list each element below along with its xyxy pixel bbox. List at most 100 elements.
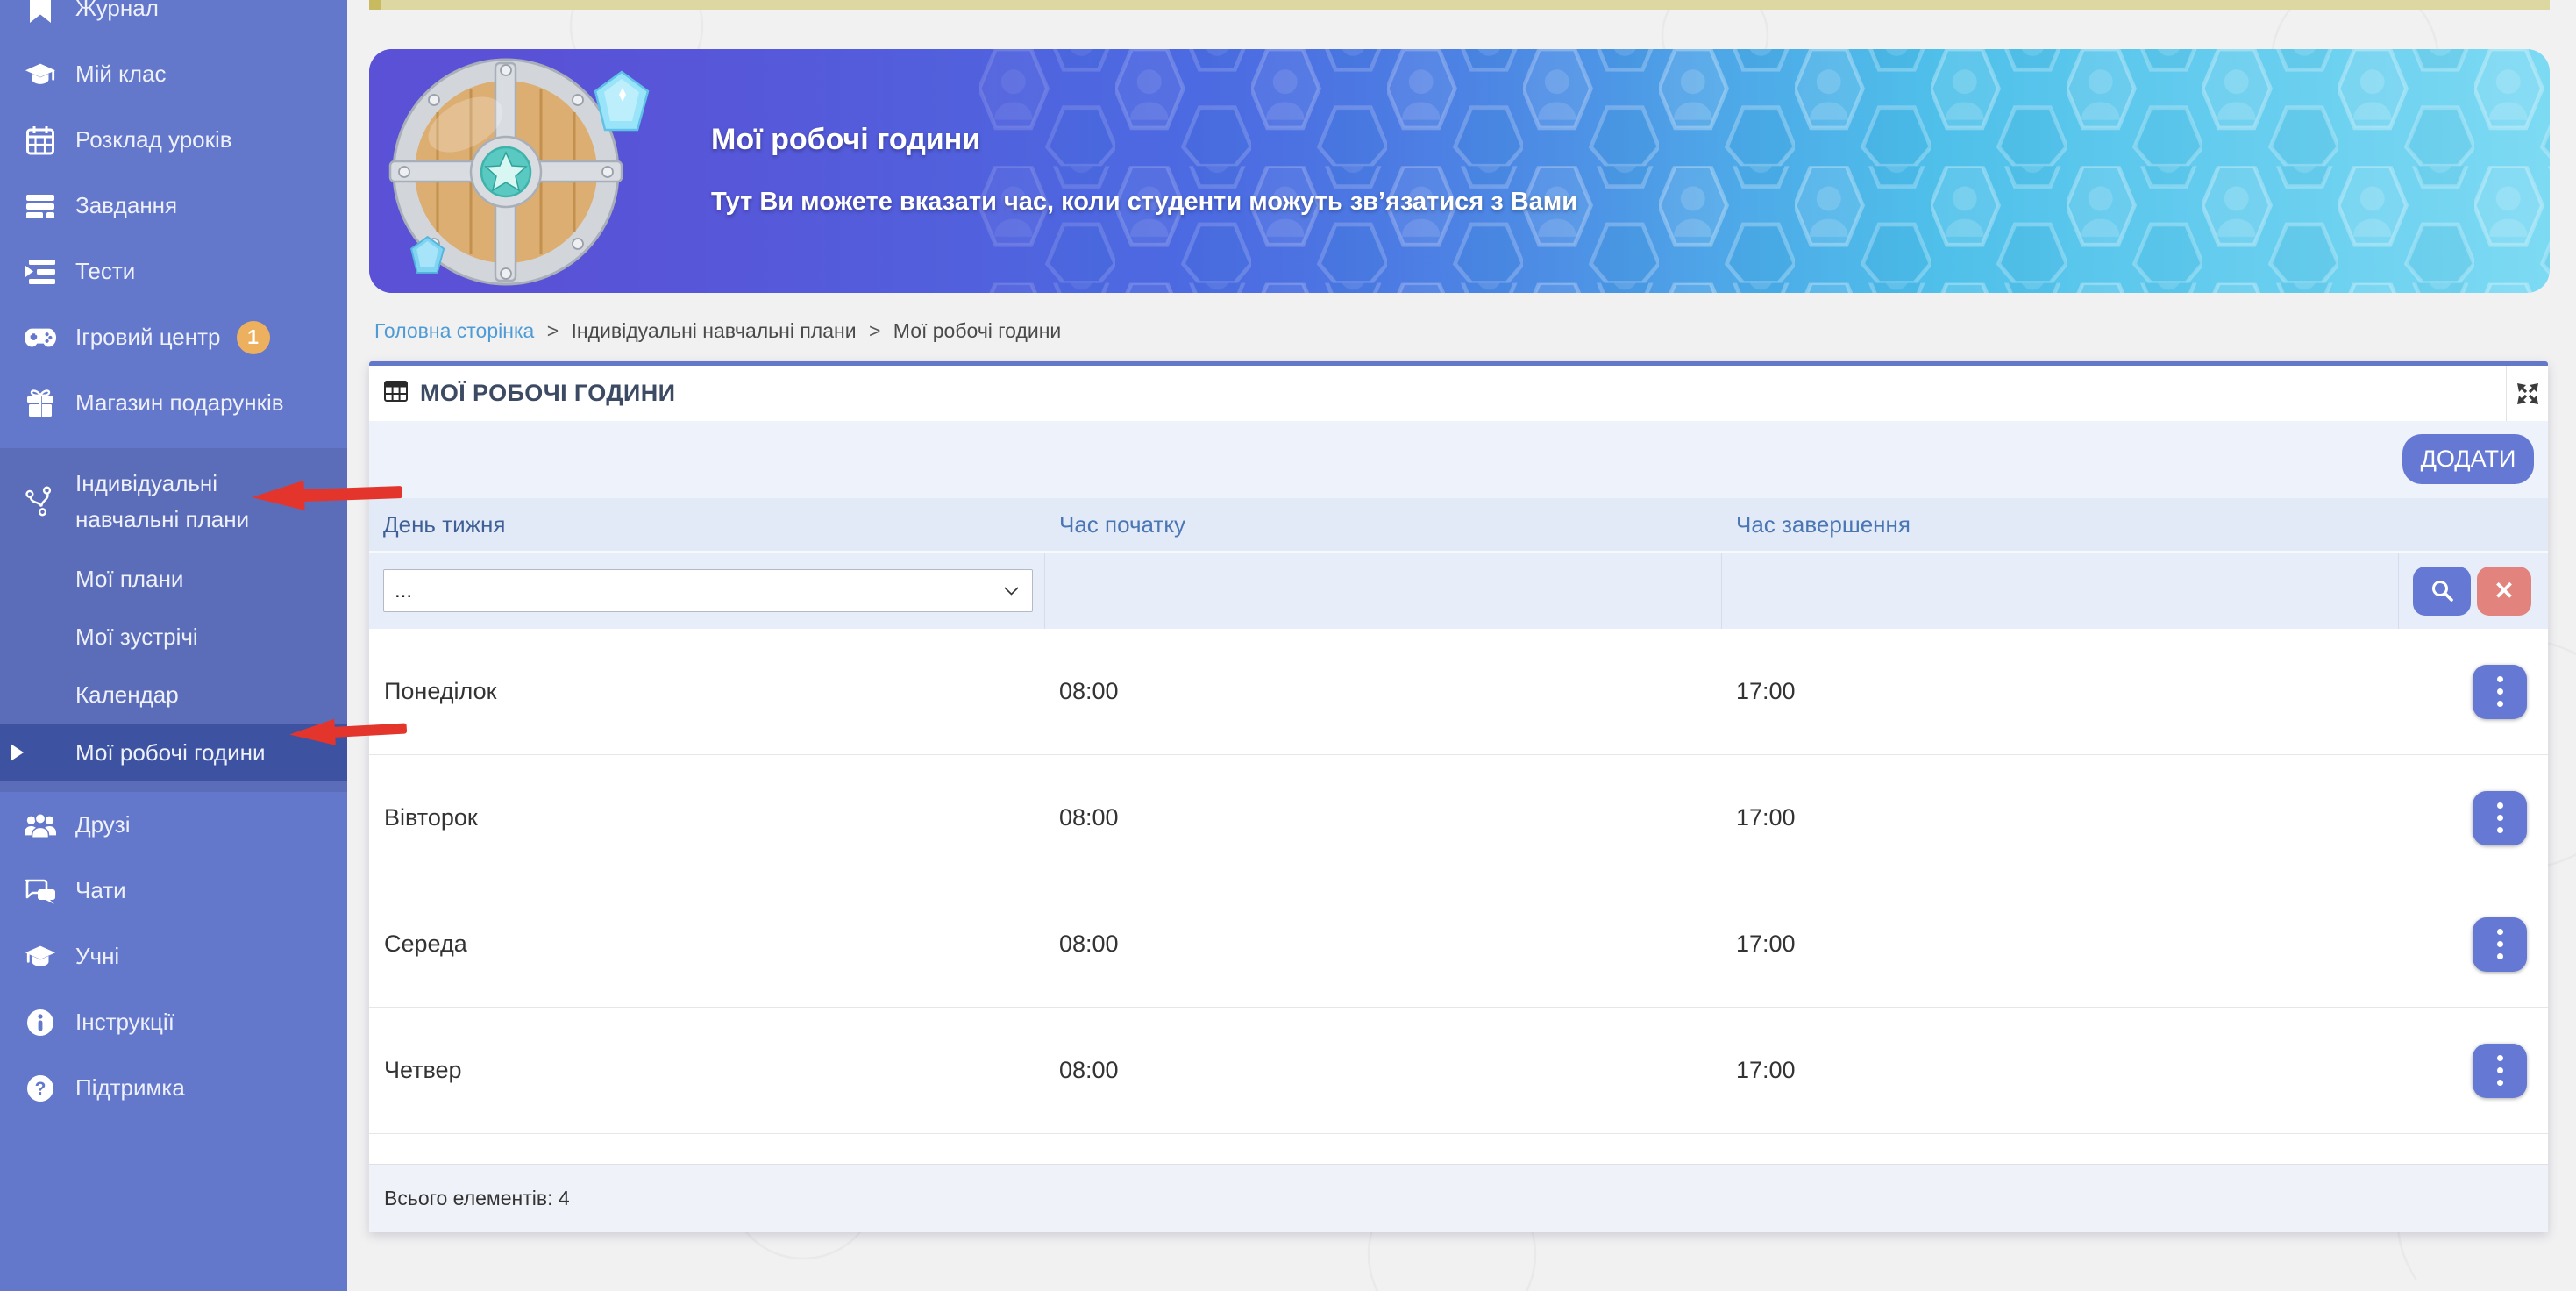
day-filter-select[interactable]: ... bbox=[383, 569, 1033, 612]
sidebar-group-title: Індивідуальні навчальні плани bbox=[75, 466, 249, 538]
sidebar-item-label: Журнал bbox=[75, 0, 159, 22]
sidebar-item-calendar[interactable]: Календар bbox=[0, 666, 347, 724]
chat-icon bbox=[25, 875, 56, 907]
page-title: МОЇ РОБОЧІ ГОДИНИ bbox=[420, 380, 675, 407]
sidebar-item-friends[interactable]: Друзі bbox=[0, 792, 347, 858]
row-actions-button[interactable] bbox=[2473, 791, 2527, 845]
card-header: МОЇ РОБОЧІ ГОДИНИ bbox=[369, 366, 2548, 421]
filter-cell-end bbox=[1722, 553, 2399, 629]
row-actions-button[interactable] bbox=[2473, 917, 2527, 972]
progress-strip-head bbox=[369, 0, 381, 10]
table-bottom-gap bbox=[369, 1134, 2548, 1164]
table-row: Вівторок 08:00 17:00 bbox=[369, 755, 2548, 881]
kebab-dot bbox=[2497, 1055, 2503, 1061]
table-footer: Всього елементів: 4 bbox=[369, 1164, 2548, 1232]
sidebar-nav: Журнал Мій клас Розклад уроків Завдання bbox=[0, 0, 347, 1121]
cell-actions bbox=[2399, 755, 2548, 881]
expand-arrows-icon bbox=[2515, 381, 2541, 407]
sidebar-item-my-meetings[interactable]: Мої зустрічі bbox=[0, 608, 347, 666]
cell-day: Четвер bbox=[369, 1008, 1045, 1133]
calendar-icon bbox=[25, 125, 56, 156]
sidebar-item-label: Тести bbox=[75, 258, 135, 285]
sidebar-item-chats[interactable]: Чати bbox=[0, 858, 347, 924]
sidebar-item-game-center[interactable]: Ігровий центр 1 bbox=[0, 304, 347, 370]
column-header-end[interactable]: Час завершення bbox=[1722, 498, 2399, 551]
cell-day: Вівторок bbox=[369, 755, 1045, 881]
kebab-dot bbox=[2497, 1080, 2503, 1086]
tests-list-icon bbox=[25, 256, 56, 288]
kebab-dot bbox=[2497, 953, 2503, 959]
breadcrumb-home-link[interactable]: Головна сторінка bbox=[374, 319, 534, 342]
filter-row: ... ✕ bbox=[369, 551, 2548, 629]
kebab-dot bbox=[2497, 688, 2503, 695]
sidebar-item-my-plans[interactable]: Мої плани bbox=[0, 550, 347, 608]
table-header-row: День тижня Час початку Час завершення bbox=[369, 498, 2548, 551]
kebab-dot bbox=[2497, 827, 2503, 833]
sidebar-item-gift-shop[interactable]: Магазин подарунків bbox=[0, 370, 347, 436]
sidebar-item-tests[interactable]: Тести bbox=[0, 239, 347, 304]
kebab-dot bbox=[2497, 815, 2503, 821]
row-actions-button[interactable] bbox=[2473, 1044, 2527, 1098]
breadcrumb-separator: > bbox=[547, 319, 559, 342]
tasks-icon bbox=[25, 190, 56, 222]
breadcrumb: Головна сторінка > Індивідуальні навчаль… bbox=[374, 319, 1061, 343]
main-content: Мої робочі години Тут Ви можете вказати … bbox=[347, 0, 2576, 1291]
svg-text:?: ? bbox=[35, 1079, 46, 1099]
sidebar-item-schedule[interactable]: Розклад уроків bbox=[0, 107, 347, 173]
cell-start-time: 08:00 bbox=[1045, 1008, 1722, 1133]
cell-start-time: 08:00 bbox=[1045, 881, 1722, 1007]
gift-icon bbox=[25, 388, 56, 419]
shield-illustration bbox=[374, 51, 690, 293]
filter-cell-start bbox=[1045, 553, 1722, 629]
expand-button[interactable] bbox=[2506, 366, 2548, 421]
sidebar-item-assignments[interactable]: Завдання bbox=[0, 173, 347, 239]
info-icon bbox=[25, 1007, 56, 1038]
sidebar-item-label: Чати bbox=[75, 877, 126, 904]
kebab-dot bbox=[2497, 941, 2503, 947]
sidebar-item-journal[interactable]: Журнал bbox=[0, 0, 347, 41]
cell-end-time: 17:00 bbox=[1722, 629, 2399, 754]
page-banner: Мої робочі години Тут Ви можете вказати … bbox=[369, 49, 2550, 293]
table-row: Середа 08:00 17:00 bbox=[369, 881, 2548, 1008]
cell-actions bbox=[2399, 1008, 2548, 1133]
top-progress-strip bbox=[369, 0, 2550, 10]
notification-badge: 1 bbox=[237, 321, 270, 354]
kebab-dot bbox=[2497, 1067, 2503, 1073]
sidebar-item-students[interactable]: Учні bbox=[0, 924, 347, 989]
column-header-start[interactable]: Час початку bbox=[1045, 498, 1722, 551]
sidebar-item-instructions[interactable]: Інструкції bbox=[0, 989, 347, 1055]
total-count-label: Всього елементів: 4 bbox=[384, 1187, 570, 1210]
kebab-dot bbox=[2497, 802, 2503, 809]
sidebar-item-label: Ігровий центр bbox=[75, 324, 221, 351]
cell-actions bbox=[2399, 881, 2548, 1007]
cell-start-time: 08:00 bbox=[1045, 755, 1722, 881]
clear-filter-button[interactable]: ✕ bbox=[2477, 567, 2531, 616]
breadcrumb-section: Індивідуальні навчальні плани bbox=[572, 319, 857, 342]
sidebar-item-label: Підтримка bbox=[75, 1074, 185, 1102]
sidebar-item-label: Магазин подарунків bbox=[75, 389, 284, 417]
add-button[interactable]: ДОДАТИ bbox=[2402, 434, 2534, 484]
sidebar-item-label: Розклад уроків bbox=[75, 126, 232, 153]
sidebar-item-support[interactable]: ? Підтримка bbox=[0, 1055, 347, 1121]
question-icon: ? bbox=[25, 1073, 56, 1104]
row-actions-button[interactable] bbox=[2473, 665, 2527, 719]
sidebar-item-my-work-hours[interactable]: Мої робочі години bbox=[0, 724, 347, 781]
table-row: Четвер 08:00 17:00 bbox=[369, 1008, 2548, 1134]
sidebar-item-my-class[interactable]: Мій клас bbox=[0, 41, 347, 107]
work-hours-card: МОЇ РОБОЧІ ГОДИНИ ДОДАТИ День тижня bbox=[369, 361, 2548, 1232]
sidebar-item-label: Учні bbox=[75, 943, 119, 970]
filter-cell-day: ... bbox=[369, 553, 1045, 629]
day-filter-select-input[interactable]: ... bbox=[383, 569, 1033, 612]
sidebar-item-label: Мій клас bbox=[75, 61, 166, 88]
sidebar-item-label: Завдання bbox=[75, 192, 177, 219]
cell-end-time: 17:00 bbox=[1722, 755, 2399, 881]
search-button[interactable] bbox=[2413, 567, 2471, 616]
sidebar-item-individual-plans[interactable]: Індивідуальні навчальні плани bbox=[0, 448, 347, 543]
branch-icon bbox=[25, 486, 56, 517]
column-header-day[interactable]: День тижня bbox=[369, 498, 1045, 551]
card-toolbar: ДОДАТИ bbox=[369, 421, 2548, 498]
active-marker-icon bbox=[11, 744, 24, 761]
cell-start-time: 08:00 bbox=[1045, 629, 1722, 754]
breadcrumb-separator: > bbox=[869, 319, 880, 342]
bookmark-icon bbox=[25, 0, 56, 25]
